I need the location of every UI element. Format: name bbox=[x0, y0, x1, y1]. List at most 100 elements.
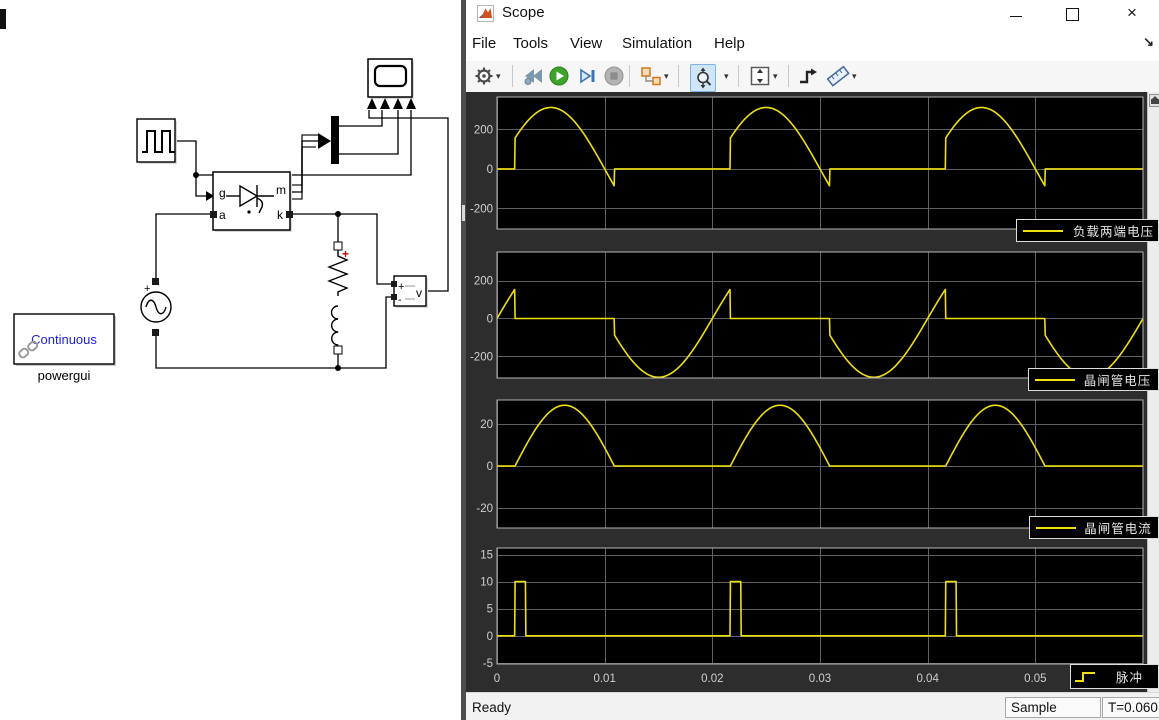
legend-label: 晶闸管电流 bbox=[1078, 518, 1158, 537]
menu-help[interactable]: Help bbox=[714, 35, 745, 52]
minimize-icon[interactable] bbox=[994, 0, 1038, 28]
legend-line-sample bbox=[1017, 224, 1069, 238]
scrollbar-track[interactable] bbox=[1147, 92, 1159, 692]
vm-minus-connector bbox=[391, 294, 397, 300]
svg-text:0.01: 0.01 bbox=[593, 673, 615, 685]
legend-thyristor-current[interactable]: 晶闸管电流 bbox=[1029, 516, 1159, 539]
menu-simulation[interactable]: Simulation bbox=[622, 35, 692, 52]
scope-display-area[interactable]: -2000200-2000200-20020-505101500.010.020… bbox=[466, 92, 1159, 692]
run-button[interactable] bbox=[549, 64, 569, 88]
demux-block[interactable] bbox=[331, 116, 339, 164]
legend-load-voltage[interactable]: 负载两端电压 bbox=[1016, 219, 1159, 242]
svg-text:200: 200 bbox=[474, 124, 493, 136]
gear-dropdown-icon: ▾ bbox=[496, 71, 501, 82]
step-back-button[interactable] bbox=[522, 64, 544, 88]
step-back-icon bbox=[522, 66, 544, 86]
signal-selector-button[interactable]: ▾ bbox=[640, 64, 669, 88]
ac-voltage-source-block[interactable]: + bbox=[141, 278, 171, 336]
clipped-block-fragment bbox=[0, 9, 6, 29]
menu-file[interactable]: File bbox=[472, 35, 496, 52]
svg-text:0: 0 bbox=[487, 164, 493, 176]
scope-input-ports bbox=[367, 98, 416, 109]
port-label-a: a bbox=[219, 208, 226, 222]
svg-text:-5: -5 bbox=[483, 658, 493, 670]
step-forward-button[interactable] bbox=[577, 64, 597, 88]
powergui-block[interactable]: Continuous powergui bbox=[14, 314, 116, 383]
legend-label: 负载两端电压 bbox=[1069, 221, 1158, 240]
port-label-k: k bbox=[277, 208, 284, 222]
vm-v-label: v bbox=[416, 286, 422, 300]
legend-thyristor-voltage[interactable]: 晶闸管电压 bbox=[1028, 368, 1159, 391]
vm-minus-label: - bbox=[398, 294, 402, 306]
menu-overflow-icon[interactable]: ↘ bbox=[1143, 34, 1154, 50]
measurements-dropdown-icon: ▾ bbox=[852, 71, 857, 82]
voltage-measurement-block[interactable]: + - v bbox=[391, 276, 428, 308]
menu-bar: File Tools View Simulation Help ↘ bbox=[466, 28, 1159, 61]
svg-text:-200: -200 bbox=[470, 351, 493, 363]
scope-block[interactable] bbox=[367, 59, 416, 109]
sample-mode-indicator: Sample based bbox=[1005, 697, 1101, 718]
pulse-generator-block[interactable] bbox=[137, 119, 177, 164]
window-title: Scope bbox=[502, 4, 545, 21]
simulink-model-canvas[interactable]: g m a k bbox=[0, 0, 461, 720]
toolbar: ▾ bbox=[466, 61, 1159, 93]
svg-text:0.05: 0.05 bbox=[1024, 673, 1046, 685]
svg-text:-200: -200 bbox=[470, 203, 493, 215]
stop-button[interactable] bbox=[604, 64, 624, 88]
svg-text:20: 20 bbox=[480, 419, 493, 431]
fit-to-view-button[interactable]: ▾ bbox=[749, 64, 778, 88]
legend-label: 脉冲 bbox=[1101, 667, 1158, 686]
thyristor-block[interactable]: g m a k bbox=[210, 172, 293, 232]
port-k-connector bbox=[286, 211, 293, 218]
zoom-tool-icon bbox=[692, 67, 714, 89]
legend-pulse[interactable]: 脉冲 bbox=[1070, 664, 1159, 689]
stop-icon bbox=[604, 66, 624, 86]
gear-icon bbox=[474, 66, 494, 86]
scroll-button[interactable] bbox=[1149, 94, 1159, 107]
legend-label: 晶闸管电压 bbox=[1077, 370, 1158, 389]
status-bar: Ready Sample based T=0.060 bbox=[466, 692, 1159, 720]
sim-time-indicator: T=0.060 bbox=[1102, 697, 1159, 718]
powergui-name-label: powergui bbox=[38, 368, 91, 383]
zoom-tool-button[interactable] bbox=[690, 64, 716, 92]
source-bottom-connector bbox=[152, 329, 159, 336]
fit-to-view-icon bbox=[749, 65, 771, 87]
scope-window: Scope × File Tools View Simulation Help … bbox=[466, 0, 1159, 720]
rlc-top-connector bbox=[334, 242, 342, 250]
svg-text:0.02: 0.02 bbox=[701, 673, 723, 685]
svg-text:0: 0 bbox=[487, 461, 493, 473]
source-top-connector bbox=[152, 278, 159, 285]
menu-view[interactable]: View bbox=[570, 35, 602, 52]
close-icon[interactable]: × bbox=[1110, 0, 1154, 28]
svg-text:0: 0 bbox=[487, 313, 493, 325]
signal-selector-dropdown-icon: ▾ bbox=[664, 71, 669, 82]
svg-text:0.03: 0.03 bbox=[809, 673, 831, 685]
legend-step-sample bbox=[1071, 669, 1101, 685]
ruler-icon bbox=[826, 65, 850, 87]
trigger-button[interactable] bbox=[798, 64, 820, 88]
series-rlc-branch-block[interactable]: + bbox=[329, 242, 349, 354]
vm-plus-connector bbox=[391, 281, 397, 287]
status-text: Ready bbox=[472, 700, 511, 715]
zoom-dropdown-icon: ▾ bbox=[724, 71, 729, 82]
port-label-m: m bbox=[276, 183, 286, 197]
trigger-icon bbox=[798, 66, 820, 86]
rlc-bottom-connector bbox=[334, 346, 342, 354]
svg-text:0: 0 bbox=[487, 631, 493, 643]
port-label-g: g bbox=[219, 186, 226, 200]
menu-tools[interactable]: Tools bbox=[513, 35, 548, 52]
divider-handle[interactable] bbox=[462, 205, 465, 221]
source-polarity-label: + bbox=[144, 283, 150, 295]
svg-text:-20: -20 bbox=[476, 503, 493, 515]
legend-line-sample bbox=[1029, 373, 1077, 387]
measurements-button[interactable]: ▾ bbox=[826, 64, 857, 88]
powergui-mode-label: Continuous bbox=[31, 332, 97, 347]
scope-plots[interactable]: -2000200-2000200-20020-505101500.010.020… bbox=[466, 92, 1147, 692]
maximize-icon[interactable] bbox=[1050, 0, 1094, 28]
port-a-connector bbox=[210, 211, 217, 218]
play-icon bbox=[549, 66, 569, 86]
title-bar[interactable]: Scope × bbox=[466, 0, 1159, 28]
screen: g m a k bbox=[0, 0, 1159, 720]
settings-gear-button[interactable]: ▾ bbox=[474, 64, 501, 88]
zoom-dropdown[interactable]: ▾ bbox=[722, 64, 729, 88]
